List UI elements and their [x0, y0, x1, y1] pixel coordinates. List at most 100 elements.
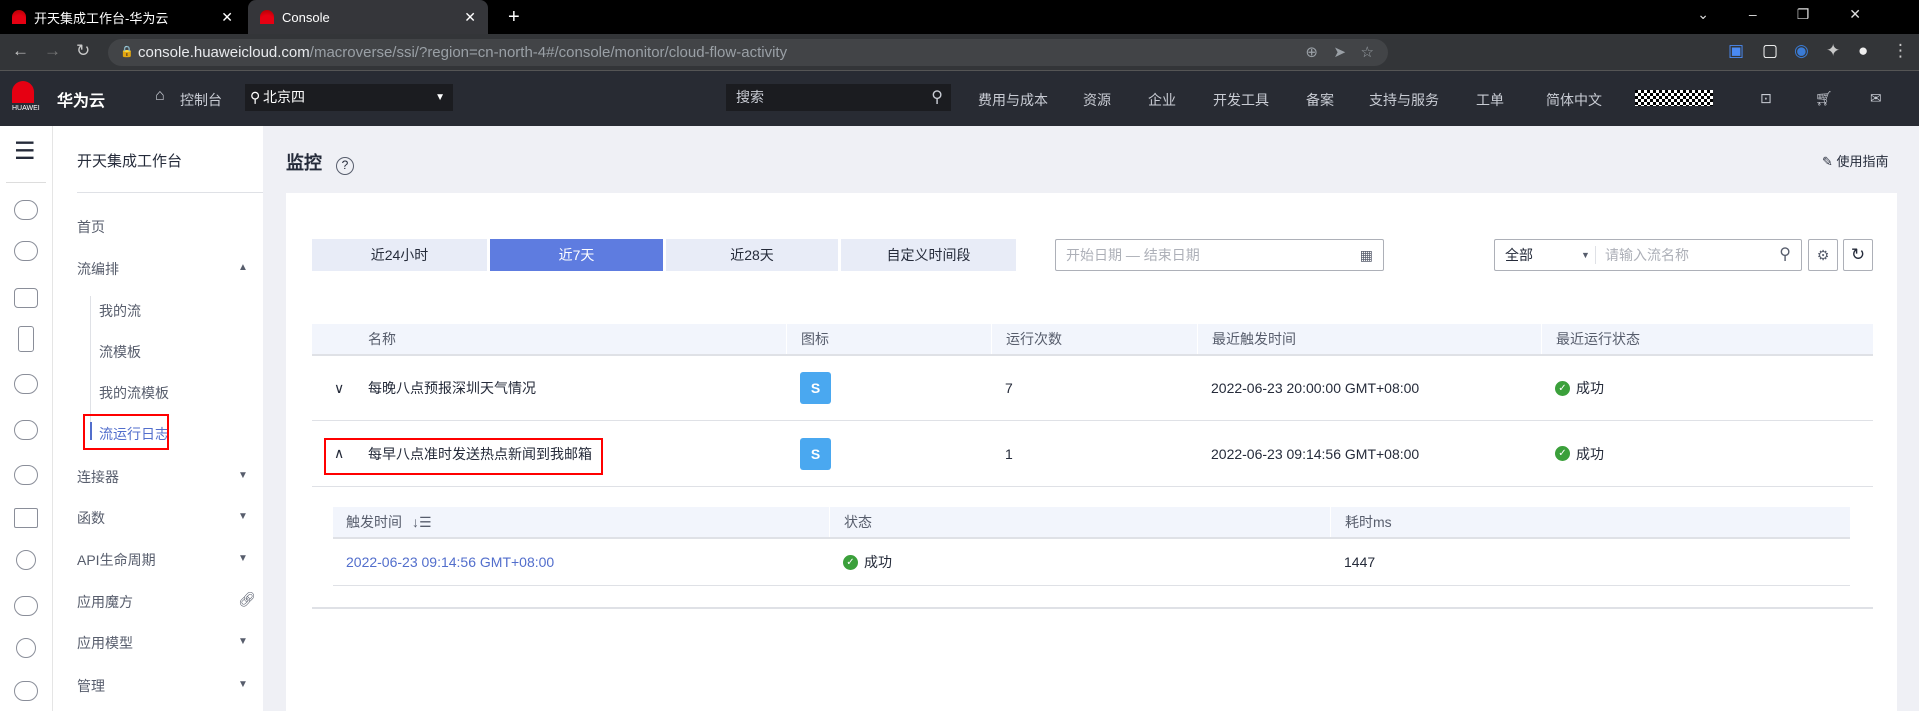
divider	[312, 607, 1873, 609]
star-icon[interactable]: ☆	[1361, 39, 1374, 66]
cluster-icon[interactable]	[14, 596, 38, 616]
chevron-down-icon[interactable]: ▼	[238, 553, 248, 564]
puzzle-icon[interactable]: ✦	[1826, 41, 1840, 61]
settings-button[interactable]: ⚙	[1808, 239, 1838, 271]
forward-icon[interactable]: →	[44, 41, 61, 61]
calendar-icon[interactable]: ▦	[1360, 240, 1373, 270]
cloud-service-icon[interactable]	[14, 200, 38, 220]
success-check-icon: ✓	[1555, 380, 1570, 396]
browser-tab[interactable]: 开天集成工作台-华为云 ✕	[0, 0, 245, 34]
mobile-service-icon[interactable]	[18, 326, 34, 352]
sidebar-item-flow-orchestration[interactable]: 流编排	[77, 259, 119, 279]
highlight-box	[324, 438, 603, 475]
service-icon-rail: ☰	[0, 126, 53, 711]
close-tab-icon[interactable]: ✕	[464, 9, 476, 26]
username-redacted[interactable]	[1635, 90, 1713, 106]
chevron-down-icon[interactable]: ∨	[334, 356, 344, 420]
cart-icon[interactable]: 🛒︎	[1815, 90, 1833, 107]
nav-filing[interactable]: 备案	[1306, 90, 1334, 110]
chevron-down-icon: ▼	[435, 92, 445, 103]
cloud-upload-icon[interactable]	[14, 420, 38, 440]
tab-24-hours[interactable]: 近24小时	[312, 239, 487, 271]
status-select[interactable]: 全部	[1505, 247, 1533, 263]
sidebar-item-app-model[interactable]: 应用模型	[77, 633, 133, 653]
chevron-down-icon[interactable]: ▼	[238, 636, 248, 647]
brand-name[interactable]: 华为云	[57, 87, 105, 111]
sort-icon[interactable]: ↓☰	[412, 514, 432, 531]
nav-cost[interactable]: 费用与成本	[978, 90, 1048, 110]
nav-support[interactable]: 支持与服务	[1369, 90, 1439, 110]
sidebar-item-my-flows[interactable]: 我的流	[99, 301, 141, 321]
chevron-up-icon[interactable]: ▲	[238, 262, 248, 273]
nav-language[interactable]: 简体中文	[1546, 90, 1602, 110]
table-row[interactable]: ∨ 每晚八点预报深圳天气情况 S 7 2022-06-23 20:00:00 G…	[312, 356, 1873, 421]
close-tab-icon[interactable]: ✕	[221, 9, 233, 26]
profile-avatar[interactable]: ●	[1858, 41, 1868, 61]
chevron-down-icon[interactable]: ▼	[238, 470, 248, 481]
refresh-button[interactable]: ↻	[1843, 239, 1873, 271]
sidebar-item-api-lifecycle[interactable]: API生命周期	[77, 550, 156, 570]
nav-enterprise[interactable]: 企业	[1148, 90, 1176, 110]
mail-icon[interactable]: ✉	[1870, 90, 1882, 107]
terminal-icon[interactable]: ⊡	[1760, 90, 1772, 107]
console-link[interactable]: 控制台	[180, 90, 222, 110]
back-icon[interactable]: ←	[12, 41, 29, 61]
tab-28-days[interactable]: 近28天	[666, 239, 838, 271]
nav-dev-tools[interactable]: 开发工具	[1213, 90, 1269, 110]
run-time-link[interactable]: 2022-06-23 09:14:56 GMT+08:00	[346, 539, 554, 585]
flow-service-icon[interactable]	[14, 288, 38, 308]
url-input[interactable]: 🔒 console.huaweicloud.com/macroverse/ssi/…	[108, 39, 1388, 66]
window-controls[interactable]: ⌄–❐✕	[1697, 6, 1901, 23]
flow-name-input[interactable]: 请输入流名称	[1605, 240, 1689, 270]
page-title: 监控?	[286, 149, 354, 175]
sidebar-item-home[interactable]: 首页	[77, 217, 105, 237]
success-check-icon: ✓	[843, 554, 858, 570]
chevron-down-icon[interactable]: ▼	[1581, 240, 1590, 270]
hamburger-menu-icon[interactable]: ☰	[14, 140, 36, 164]
huawei-logo	[12, 81, 34, 103]
sidebar-item-functions[interactable]: 函数	[77, 508, 105, 528]
sidebar-item-my-flow-templates[interactable]: 我的流模板	[99, 383, 169, 403]
extension-icon[interactable]: ◉	[1794, 41, 1809, 61]
subtable-header: 触发时间 ↓☰ 状态 耗时ms	[333, 507, 1850, 539]
globe-icon[interactable]	[16, 638, 36, 658]
new-tab-button[interactable]: +	[496, 0, 532, 34]
zoom-icon[interactable]: ⊕	[1305, 39, 1318, 66]
region-select[interactable]: ⚲ 北京四 ▼	[245, 84, 453, 111]
translate-extension-icon[interactable]: ▣	[1728, 41, 1744, 61]
sidebar-item-app-cube[interactable]: 应用魔方	[77, 592, 133, 612]
browser-tab-active[interactable]: Console ✕	[248, 0, 488, 34]
reload-icon[interactable]: ↻	[76, 41, 90, 61]
extension-icon[interactable]: ▢	[1762, 41, 1778, 61]
cloud-service-icon[interactable]	[14, 681, 38, 701]
network-icon[interactable]	[14, 508, 38, 528]
chevron-down-icon[interactable]: ▼	[238, 679, 248, 690]
nav-tickets[interactable]: 工单	[1476, 90, 1504, 110]
nav-resources[interactable]: 资源	[1083, 90, 1111, 110]
ip-icon[interactable]	[16, 550, 36, 570]
search-icon[interactable]: ⚲	[931, 84, 943, 111]
home-icon[interactable]: ⌂	[155, 87, 165, 105]
menu-icon[interactable]: ⋮	[1892, 41, 1909, 61]
sidebar-item-connectors[interactable]: 连接器	[77, 467, 119, 487]
search-icon[interactable]: ⚲	[1779, 240, 1791, 270]
link-icon[interactable]: 🔗︎	[238, 591, 256, 608]
refresh-icon: ↻	[1850, 245, 1866, 264]
help-icon[interactable]: ?	[336, 157, 354, 175]
cloud-service-icon[interactable]	[14, 374, 38, 394]
user-guide-link[interactable]: ✎ 使用指南	[1822, 151, 1889, 170]
sidebar-item-flow-templates[interactable]: 流模板	[99, 342, 141, 362]
cloud-service-icon[interactable]	[14, 241, 38, 261]
sidebar-item-management[interactable]: 管理	[77, 676, 105, 696]
chevron-down-icon[interactable]: ▼	[238, 511, 248, 522]
send-icon[interactable]: ➤	[1333, 39, 1346, 66]
cloud-gauge-icon[interactable]	[14, 465, 38, 485]
flow-calendar-icon: S	[800, 372, 831, 404]
flow-calendar-icon: S	[800, 437, 831, 470]
tab-7-days[interactable]: 近7天	[490, 239, 663, 271]
gear-icon: ⚙	[1816, 247, 1830, 263]
subtable-row: 2022-06-23 09:14:56 GMT+08:00 ✓ 成功 1447	[333, 539, 1850, 586]
search-input[interactable]: 搜索 ⚲	[726, 84, 951, 111]
date-range-input[interactable]: 开始日期 — 结束日期 ▦	[1055, 239, 1384, 271]
tab-custom-range[interactable]: 自定义时间段	[841, 239, 1016, 271]
